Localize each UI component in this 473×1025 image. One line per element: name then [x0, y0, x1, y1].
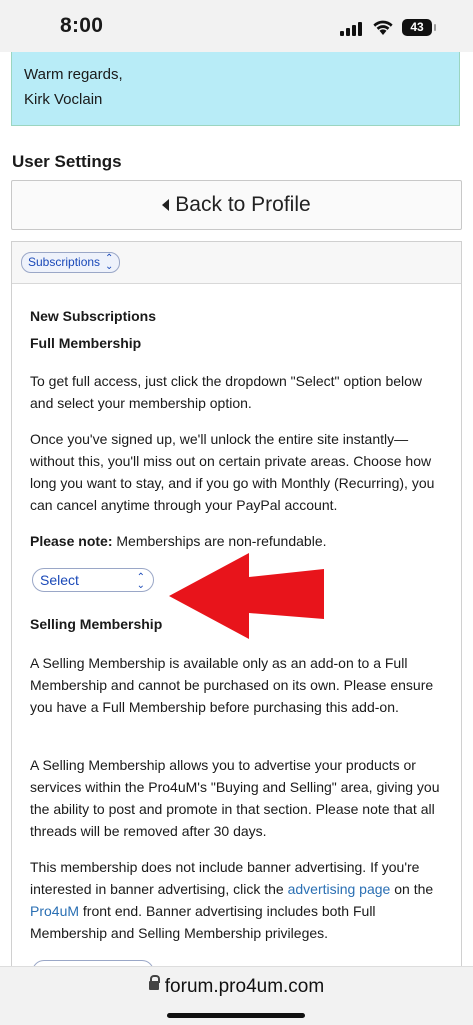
battery-icon: 43	[402, 19, 436, 36]
back-triangle-icon	[162, 199, 170, 211]
url-domain: forum.pro4um.com	[164, 976, 325, 997]
url-bar[interactable]: forum.pro4um.com	[0, 966, 473, 1025]
url-display: forum.pro4um.com	[0, 975, 473, 998]
signature-name: Kirk Voclain	[24, 91, 103, 108]
refund-note: Please note: Memberships are non-refunda…	[30, 530, 448, 552]
new-subscriptions-heading: New Subscriptions	[30, 308, 157, 324]
full-membership-details: Once you've signed up, we'll unlock the …	[30, 431, 435, 513]
advertising-page-link[interactable]: advertising page	[288, 881, 391, 897]
wifi-icon	[373, 20, 393, 35]
banner-advertising-note: This membership does not include banner …	[30, 856, 448, 944]
banner-note-text-c: front end. Banner advertising includes b…	[30, 903, 376, 941]
selling-membership-intro: A Selling Membership is available only a…	[30, 655, 434, 715]
signature-line: Warm regards,	[24, 66, 123, 83]
lock-icon	[148, 975, 160, 991]
subscriptions-panel: Subscriptions ⌃ ⌄ New Subscriptions Full …	[11, 241, 462, 966]
refund-note-label: Please note:	[30, 533, 113, 549]
page-content: Warm regards, Kirk Voclain User Settings…	[0, 52, 473, 966]
full-membership-intro: To get full access, just click the dropd…	[30, 373, 423, 411]
chevron-updown-icon: ⌃ ⌄	[136, 572, 145, 591]
chevron-updown-icon: ⌃ ⌄	[105, 252, 114, 272]
signature-quote-box: Warm regards, Kirk Voclain	[11, 52, 460, 126]
subscriptions-select-label: Subscriptions	[28, 255, 101, 269]
membership-select[interactable]: Select ⌃ ⌄	[32, 568, 154, 592]
subscriptions-select[interactable]: Subscriptions ⌃ ⌄	[21, 252, 121, 273]
selling-membership-heading: Selling Membership	[30, 616, 163, 632]
cellular-signal-icon	[340, 22, 362, 36]
panel-header: Subscriptions ⌃ ⌄	[12, 242, 461, 284]
red-arrow-annotation	[169, 553, 324, 639]
refund-note-text: Memberships are non-refundable.	[112, 533, 327, 549]
full-membership-heading: Full Membership	[30, 335, 142, 351]
status-time: 8:00	[60, 14, 104, 37]
page-title: User Settings	[12, 152, 122, 171]
home-indicator	[167, 1013, 305, 1018]
back-to-profile-button[interactable]: Back to Profile	[11, 180, 462, 230]
selling-membership-details: A Selling Membership allows you to adver…	[30, 757, 440, 839]
membership-select-label: Select	[40, 572, 79, 588]
banner-note-text-b: on the	[390, 881, 434, 897]
back-button-label: Back to Profile	[175, 193, 311, 216]
pro4um-link[interactable]: Pro4uM	[30, 903, 79, 919]
status-bar: 8:00 43	[0, 0, 473, 52]
